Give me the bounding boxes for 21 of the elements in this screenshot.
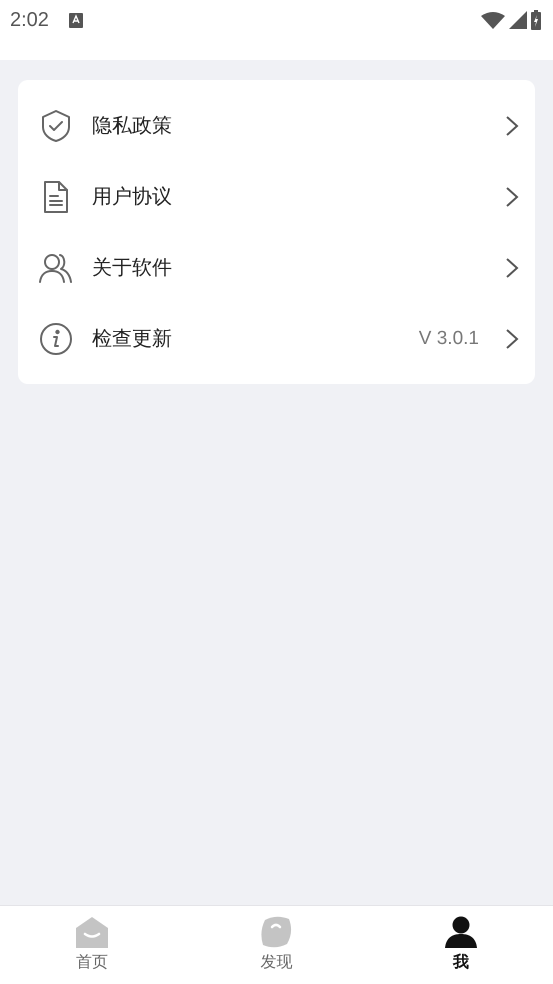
chevron-right-icon: [505, 256, 519, 278]
keyboard-notification-icon: [68, 12, 83, 28]
version-text: V 3.0.1: [418, 328, 479, 350]
tab[interactable]: 我: [368, 906, 553, 984]
battery-icon: [531, 10, 541, 30]
info-icon: [38, 320, 74, 356]
person-icon: [444, 916, 478, 948]
signal-icon: [509, 11, 527, 29]
menu-item[interactable]: 用户协议: [18, 161, 535, 232]
chevron-right-icon: [505, 114, 519, 136]
home-icon: [75, 916, 110, 948]
menu-item[interactable]: 检查更新 V 3.0.1: [18, 303, 535, 374]
chevron-right-icon: [505, 186, 519, 208]
planet-icon: [259, 916, 294, 948]
wifi-icon: [481, 11, 505, 29]
menu-item[interactable]: 隐私政策: [18, 90, 535, 161]
status-time: 2:02: [10, 8, 49, 32]
tab[interactable]: 首页: [0, 906, 184, 984]
menu-item[interactable]: 关于软件: [18, 232, 535, 303]
tab[interactable]: 发现: [184, 906, 369, 984]
chevron-right-icon: [505, 328, 519, 350]
